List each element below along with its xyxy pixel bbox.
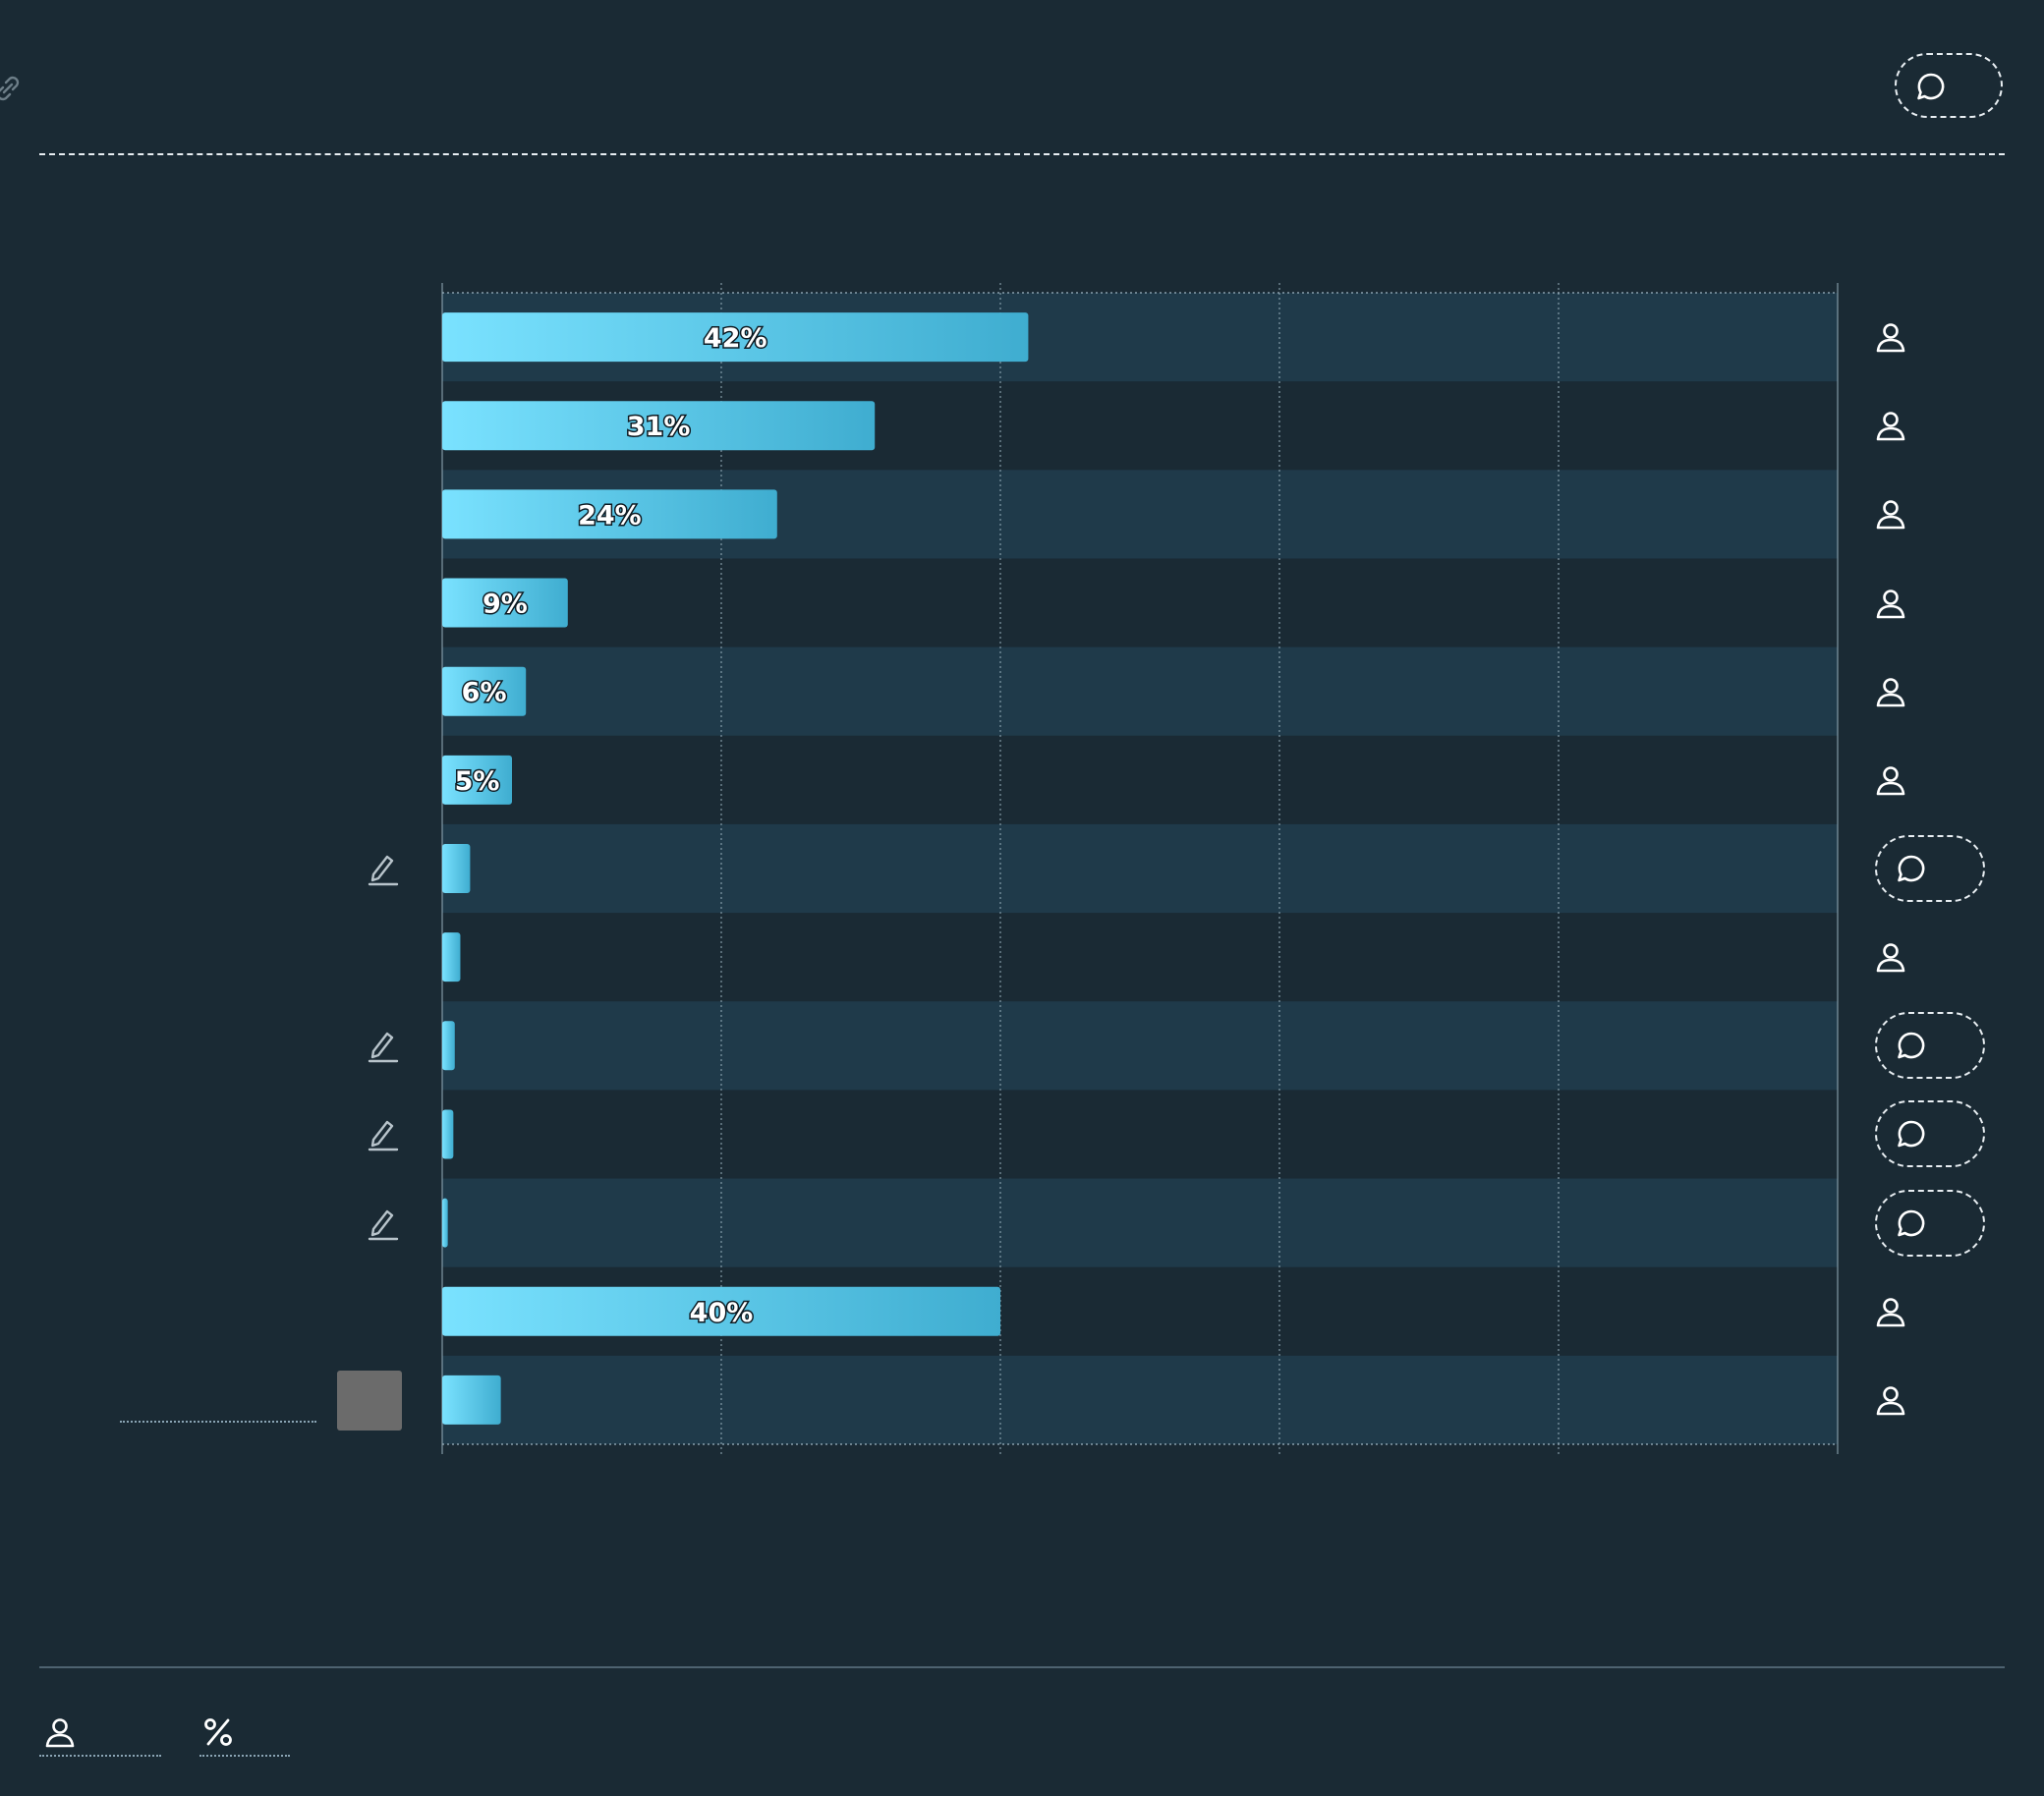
bar (442, 1109, 454, 1159)
user-icon (1876, 589, 1905, 618)
comment-button[interactable] (1875, 1100, 1985, 1168)
row-band (442, 823, 1838, 914)
user-icon[interactable] (1874, 1383, 1907, 1417)
user-icon[interactable] (1874, 497, 1907, 531)
user-icon (1876, 323, 1905, 353)
color-swatch[interactable] (337, 1371, 402, 1431)
pencil-icon[interactable] (366, 849, 401, 888)
row-band (442, 1355, 1838, 1444)
user-icon (1876, 1297, 1905, 1327)
pencil-icon[interactable] (366, 1026, 401, 1065)
bar-chart: 42% 31% 24% 9% 6% 5% 40% (441, 283, 1839, 1454)
comment-icon (1898, 1209, 1925, 1236)
row-band (442, 1178, 1838, 1267)
bar (442, 1198, 448, 1248)
user-icon (1876, 500, 1905, 530)
pencil-icon (368, 1209, 399, 1240)
user-icon (1876, 943, 1905, 973)
bar (442, 844, 471, 893)
bar (442, 1375, 501, 1425)
user-icon (1876, 677, 1905, 706)
chart-panel: 42% 31% 24% 9% 6% 5% 40% (0, 0, 2044, 1796)
user-icon (1876, 1386, 1905, 1416)
user-icon[interactable] (1874, 320, 1907, 354)
data-label: 42% (704, 323, 767, 354)
pencil-icon (368, 1033, 399, 1063)
comment-button[interactable] (1875, 1189, 1985, 1257)
pencil-icon[interactable] (366, 1114, 401, 1153)
bar (442, 1021, 455, 1071)
user-icon[interactable] (1874, 587, 1907, 620)
data-label: 6% (462, 678, 507, 708)
bar (442, 932, 461, 982)
user-icon (45, 1718, 75, 1748)
percent-icon (204, 1718, 232, 1746)
user-icon[interactable] (1874, 409, 1907, 442)
footer-user-field[interactable] (39, 1710, 161, 1757)
user-icon[interactable] (1874, 1295, 1907, 1328)
row-band (442, 1001, 1838, 1091)
legend-leader-line (120, 1421, 316, 1423)
data-label: 9% (483, 589, 528, 620)
data-label: 31% (627, 412, 691, 442)
user-icon[interactable] (1874, 675, 1907, 708)
pencil-icon[interactable] (366, 1204, 401, 1243)
user-icon[interactable] (1874, 763, 1907, 797)
comment-icon (1898, 855, 1925, 882)
comment-icon (1898, 1121, 1925, 1148)
user-icon (1876, 412, 1905, 441)
data-label: 24% (578, 500, 642, 531)
pencil-icon (368, 855, 399, 886)
user-icon (1876, 766, 1905, 796)
data-label: 40% (690, 1298, 754, 1328)
data-label: 5% (455, 766, 500, 797)
comment-button[interactable] (1875, 1012, 1985, 1080)
row-band (442, 646, 1838, 736)
footer-percent-field[interactable] (199, 1710, 290, 1757)
user-icon[interactable] (1874, 940, 1907, 974)
comment-button[interactable] (1875, 835, 1985, 902)
comment-icon (1898, 1032, 1925, 1059)
pencil-icon (368, 1121, 399, 1151)
footer-divider (39, 1666, 2005, 1668)
